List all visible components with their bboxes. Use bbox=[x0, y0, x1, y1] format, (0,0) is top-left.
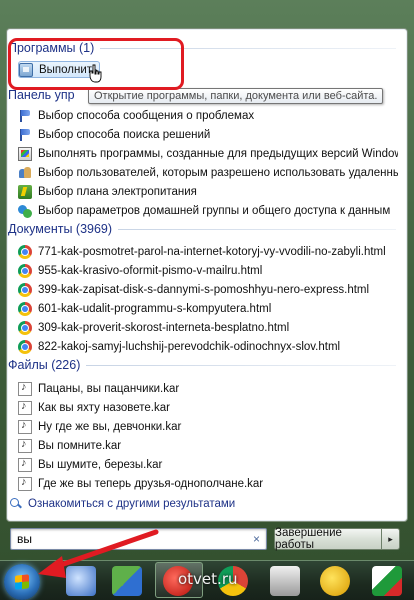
file-item-label: Ну где же вы, девчонки.kar bbox=[38, 420, 182, 433]
chrome-icon bbox=[18, 282, 32, 297]
document-item[interactable]: 822-kakoj-samyj-luchshij-perevodchik-odi… bbox=[18, 338, 398, 355]
flag-icon bbox=[18, 109, 32, 123]
taskbar-app-icon[interactable] bbox=[320, 566, 350, 596]
group-header-control-panel-label: Панель упр bbox=[8, 88, 75, 102]
control-panel-item[interactable]: Выбор параметров домашней группы и общег… bbox=[18, 202, 398, 219]
chrome-icon bbox=[18, 320, 32, 335]
audio-file-icon bbox=[18, 457, 32, 472]
audio-file-icon bbox=[18, 400, 32, 415]
document-item[interactable]: 399-kak-zapisat-disk-s-dannymi-s-pomoshh… bbox=[18, 281, 398, 298]
chrome-icon bbox=[18, 263, 32, 278]
tooltip: Открытие программы, папки, документа или… bbox=[88, 88, 384, 104]
document-item[interactable]: 955-kak-krasivo-oformit-pismo-v-mailru.h… bbox=[18, 262, 398, 279]
control-panel-item[interactable]: Выбор способа поиска решений bbox=[18, 126, 398, 143]
control-panel-item-label: Выполнять программы, созданные для преды… bbox=[38, 147, 398, 160]
document-item-label: 822-kakoj-samyj-luchshij-perevodchik-odi… bbox=[38, 340, 341, 353]
audio-file-icon bbox=[18, 381, 32, 396]
hand-cursor-icon bbox=[89, 64, 102, 83]
control-panel-item-label: Выбор пользователей, которым разрешено и… bbox=[38, 166, 398, 179]
homegroup-icon bbox=[18, 204, 32, 218]
app-compat-icon bbox=[18, 146, 32, 161]
group-header-documents-label: Документы (3969) bbox=[8, 222, 113, 236]
group-header-programs-label: Программы (1) bbox=[8, 41, 95, 55]
chrome-icon bbox=[18, 339, 32, 354]
see-more-results-link[interactable]: Ознакомиться с другими результатами bbox=[10, 498, 235, 510]
search-query-text: вы bbox=[17, 532, 32, 546]
see-more-results-label: Ознакомиться с другими результатами bbox=[28, 498, 236, 510]
file-item-label: Вы помните.kar bbox=[38, 439, 122, 452]
document-item-label: 771-kak-posmotret-parol-na-internet-koto… bbox=[38, 245, 386, 258]
users-icon bbox=[18, 166, 32, 180]
taskbar-app-icon[interactable] bbox=[270, 566, 300, 596]
document-item-label: 309-kak-proverit-skorost-interneta-bespl… bbox=[38, 321, 290, 334]
run-icon bbox=[19, 62, 33, 77]
chrome-icon bbox=[18, 301, 32, 316]
audio-file-icon bbox=[18, 419, 32, 434]
file-item[interactable]: Где же вы теперь друзья-однополчане.kar bbox=[18, 475, 398, 492]
group-header-files-label: Файлы (226) bbox=[8, 358, 81, 372]
audio-file-icon bbox=[18, 438, 32, 453]
file-item-label: Вы шумите, березы.kar bbox=[38, 458, 163, 471]
file-item-label: Пацаны, вы пацанчики.kar bbox=[38, 382, 180, 395]
shutdown-button-label: Завершение работы bbox=[275, 527, 342, 551]
document-item[interactable]: 309-kak-proverit-skorost-interneta-bespl… bbox=[18, 319, 398, 336]
file-item[interactable]: Ну где же вы, девчонки.kar bbox=[18, 418, 398, 435]
control-panel-item[interactable]: Выбор способа сообщения о проблемах bbox=[18, 107, 398, 124]
clear-search-icon[interactable]: × bbox=[253, 532, 260, 546]
group-header-documents[interactable]: Документы (3969) bbox=[8, 222, 396, 236]
file-item-label: Где же вы теперь друзья-однополчане.kar bbox=[38, 477, 264, 490]
document-item-label: 399-kak-zapisat-disk-s-dannymi-s-pomoshh… bbox=[38, 283, 370, 296]
document-item[interactable]: 601-kak-udalit-programmu-s-kompyutera.ht… bbox=[18, 300, 398, 317]
file-item-label: Как вы яхту назовете.kar bbox=[38, 401, 170, 414]
start-search-input[interactable]: вы × bbox=[10, 528, 267, 550]
taskbar-app-icon[interactable] bbox=[372, 566, 402, 596]
control-panel-item-label: Выбор плана электропитания bbox=[38, 185, 197, 198]
chrome-icon bbox=[18, 244, 32, 259]
group-divider bbox=[100, 47, 396, 49]
audio-file-icon bbox=[18, 476, 32, 491]
control-panel-item-label: Выбор параметров домашней группы и общег… bbox=[38, 204, 391, 217]
power-plan-icon bbox=[18, 184, 32, 199]
document-item[interactable]: 771-kak-posmotret-parol-na-internet-koto… bbox=[18, 243, 398, 260]
file-item[interactable]: Вы шумите, березы.kar bbox=[18, 456, 398, 473]
document-item-label: 601-kak-udalit-programmu-s-kompyutera.ht… bbox=[38, 302, 272, 315]
chevron-right-icon: ▸ bbox=[388, 533, 393, 544]
document-item-label: 955-kak-krasivo-oformit-pismo-v-mailru.h… bbox=[38, 264, 263, 277]
taskbar-app-icon[interactable] bbox=[112, 566, 142, 596]
group-header-programs[interactable]: Программы (1) bbox=[8, 41, 396, 55]
file-item[interactable]: Как вы яхту назовете.kar bbox=[18, 399, 398, 416]
shutdown-options-button[interactable]: ▸ bbox=[382, 528, 400, 550]
search-icon bbox=[10, 498, 22, 510]
group-divider bbox=[86, 364, 396, 366]
control-panel-item-label: Выбор способа поиска решений bbox=[38, 128, 211, 141]
shutdown-button[interactable]: Завершение работы bbox=[274, 527, 382, 551]
file-item[interactable]: Пацаны, вы пацанчики.kar bbox=[18, 380, 398, 397]
control-panel-item[interactable]: Выбор пользователей, которым разрешено и… bbox=[18, 164, 398, 181]
control-panel-item[interactable]: Выполнять программы, созданные для преды… bbox=[18, 145, 398, 162]
taskbar-app-icon[interactable] bbox=[66, 566, 96, 596]
watermark: otvet.ru bbox=[178, 570, 238, 588]
file-item[interactable]: Вы помните.kar bbox=[18, 437, 398, 454]
start-button[interactable] bbox=[4, 564, 40, 600]
control-panel-item[interactable]: Выбор плана электропитания bbox=[18, 183, 398, 200]
control-panel-item-label: Выбор способа сообщения о проблемах bbox=[38, 109, 255, 122]
flag-icon bbox=[18, 128, 32, 142]
group-header-files[interactable]: Файлы (226) bbox=[8, 358, 396, 372]
group-divider bbox=[118, 228, 396, 230]
